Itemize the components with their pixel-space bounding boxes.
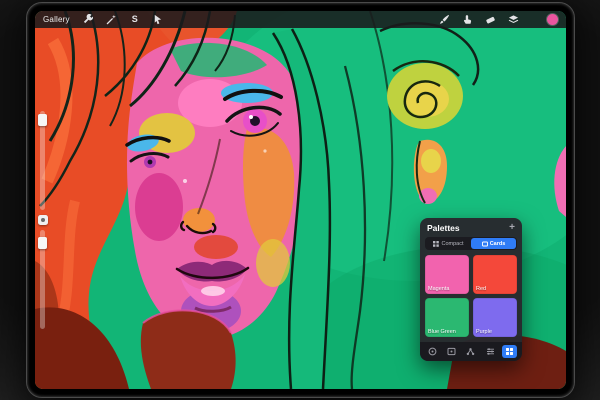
adjustments-button[interactable] [106,14,118,26]
canvas[interactable]: Gallery S [35,11,566,389]
magic-wand-icon [106,14,117,25]
brush-opacity-slider[interactable] [40,230,45,329]
palette-card-red[interactable]: Red [473,255,517,294]
desk-background: Gallery S [0,0,600,400]
left-tool-group: S [83,14,164,26]
color-swatch[interactable] [547,14,558,25]
value-sliders-icon [486,347,495,356]
actions-button[interactable] [83,14,95,26]
slider-handle[interactable] [38,114,47,126]
layers-button[interactable] [507,14,519,26]
tab-cards[interactable]: Cards [471,238,516,249]
smudge-button[interactable] [461,14,473,26]
classic-tab[interactable] [444,345,459,358]
palette-card-name: Blue Green [428,329,456,335]
palettes-title: Palettes [427,223,460,233]
palette-card-name: Purple [476,329,492,335]
paint-button[interactable] [438,14,450,26]
selection-button[interactable]: S [129,14,141,26]
smudge-finger-icon [462,14,473,25]
layers-icon [508,14,519,25]
palette-card-name: Magenta [428,286,449,292]
harmony-icon [466,347,475,356]
compact-grid-icon [433,241,439,247]
wrench-icon [83,14,94,25]
color-mode-tabs [420,342,522,361]
add-palette-button[interactable]: + [509,224,515,232]
palettes-header: Palettes + [420,218,522,236]
brush-sidebar [35,111,50,329]
palette-cards-grid: Magenta Red Blue Green Purple [420,250,522,342]
right-tool-group [438,14,558,26]
palette-card-name: Red [476,286,486,292]
eraser-icon [485,14,496,25]
palettes-grid-icon [505,347,514,356]
gallery-button[interactable]: Gallery [43,15,70,24]
selection-icon: S [132,15,138,24]
value-tab[interactable] [483,345,498,358]
erase-button[interactable] [484,14,496,26]
classic-icon [447,347,456,356]
palettes-panel: Palettes + Compact Cards Magenta [420,218,522,361]
brush-icon [439,14,450,25]
tablet-frame: Gallery S [26,2,575,398]
slider-handle[interactable] [38,237,47,249]
cards-icon [482,241,488,247]
tab-compact[interactable]: Compact [426,238,471,249]
disc-icon [428,347,437,356]
palette-view-tabs: Compact Cards [425,237,517,250]
transform-button[interactable] [152,14,164,26]
top-toolbar: Gallery S [35,11,566,28]
brush-size-slider[interactable] [40,111,45,210]
tab-compact-label: Compact [441,241,463,247]
palette-card-magenta[interactable]: Magenta [425,255,469,294]
harmony-tab[interactable] [463,345,478,358]
palette-card-blue-green[interactable]: Blue Green [425,298,469,337]
palettes-tab[interactable] [502,345,517,358]
modify-button[interactable] [38,215,48,225]
disc-tab[interactable] [425,345,440,358]
transform-arrow-icon [152,14,163,25]
tab-cards-label: Cards [490,241,506,247]
palette-card-purple[interactable]: Purple [473,298,517,337]
